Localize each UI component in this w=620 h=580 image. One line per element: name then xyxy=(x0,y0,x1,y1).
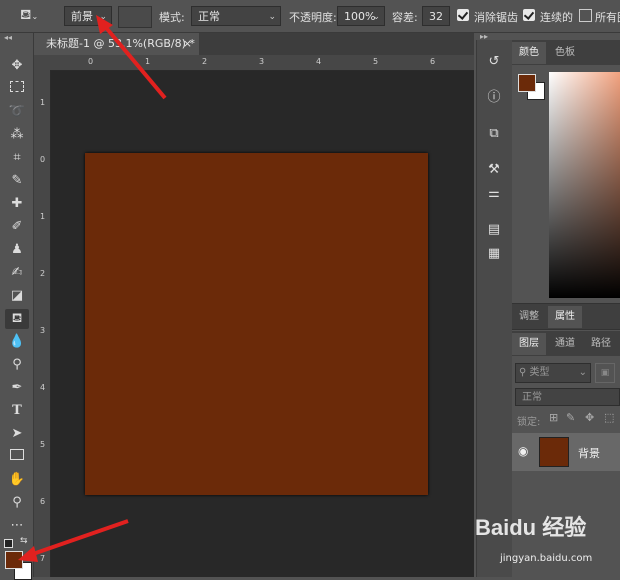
annotation-arrow xyxy=(18,15,167,562)
